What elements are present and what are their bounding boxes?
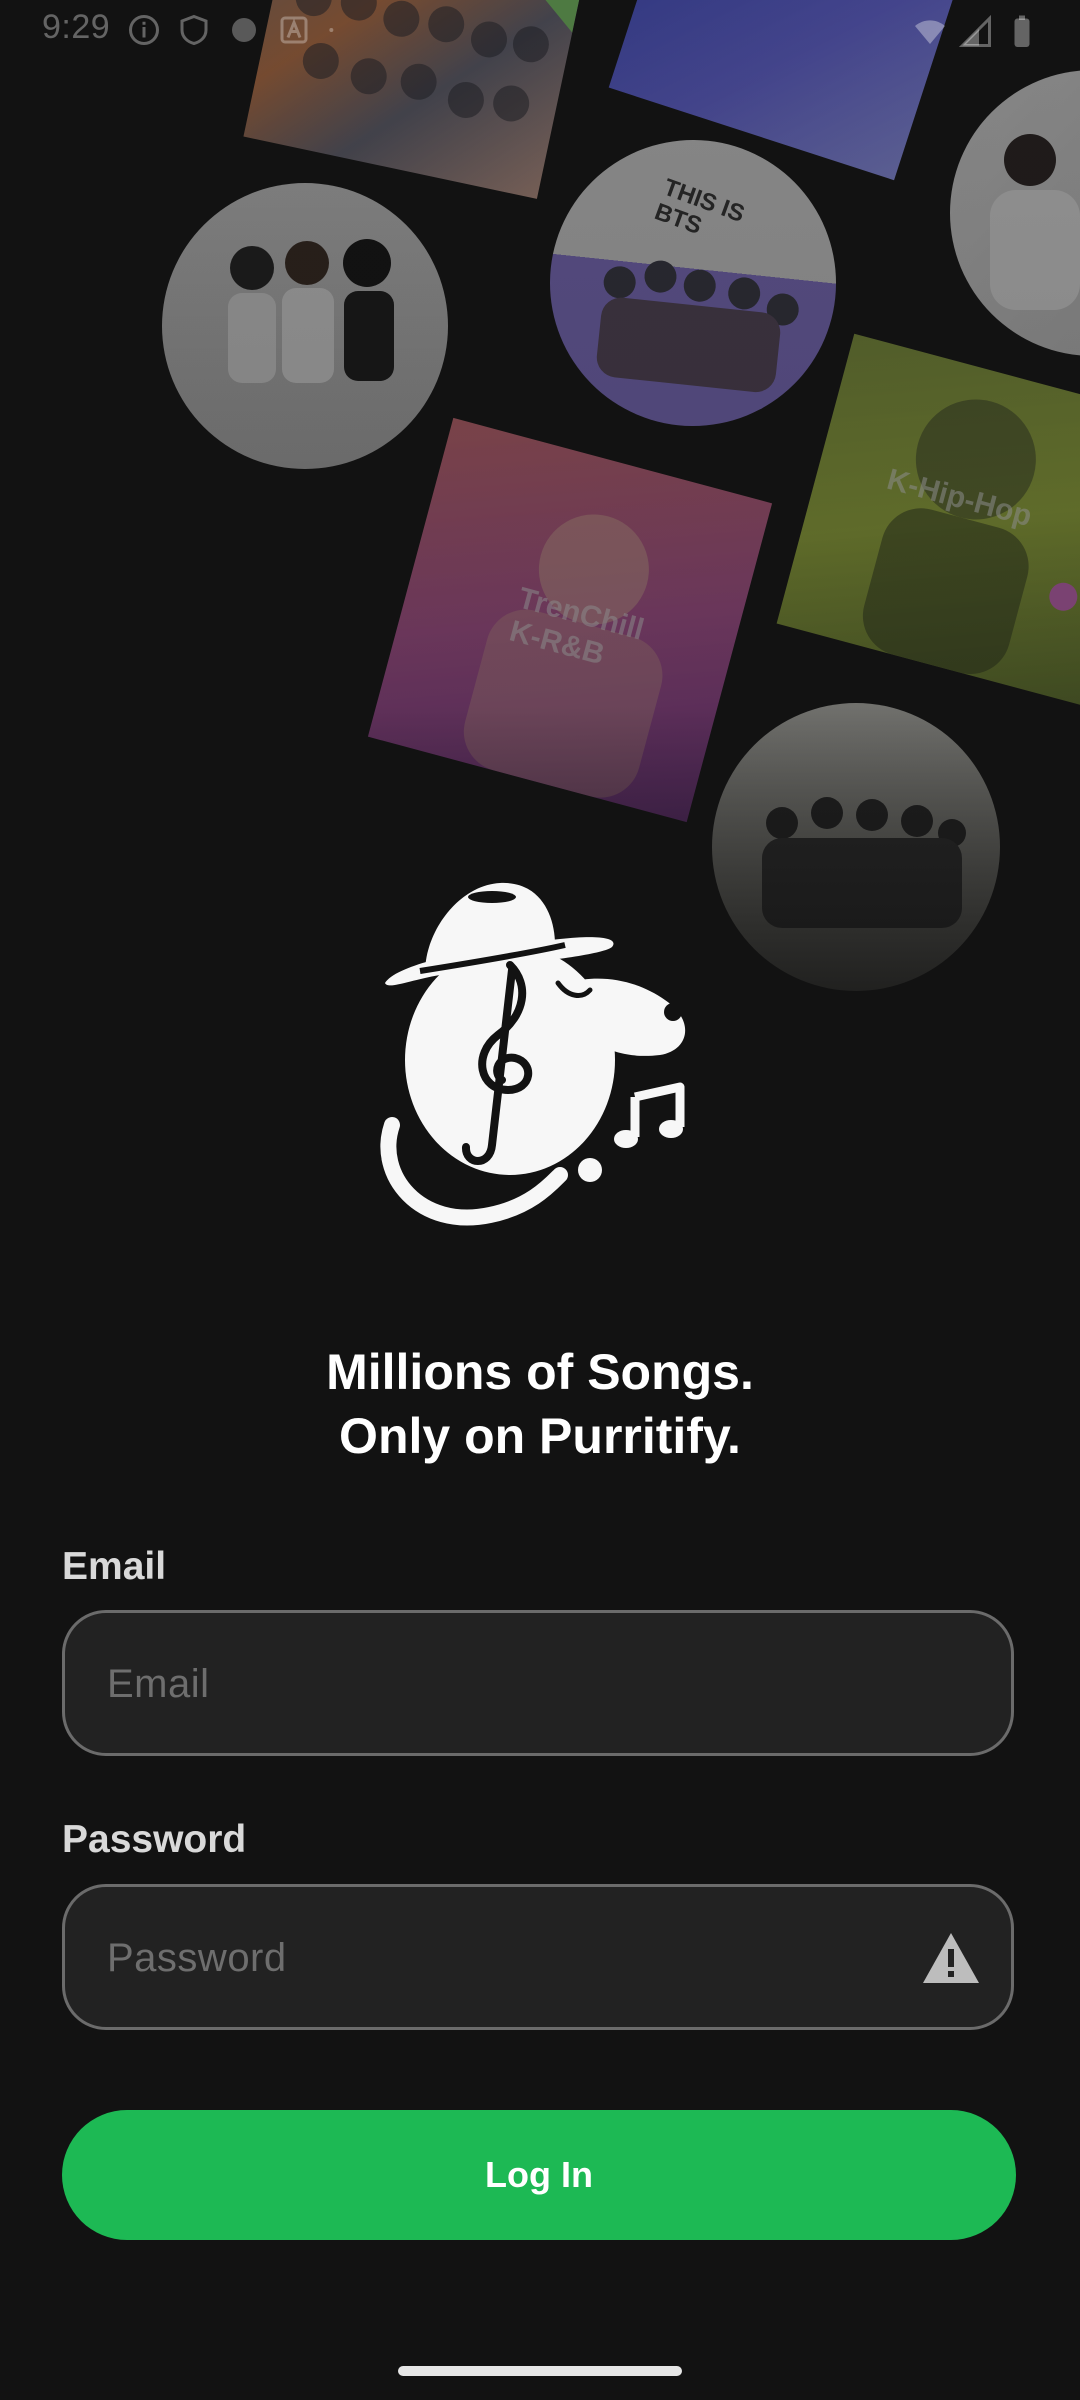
artist-circle-2 bbox=[950, 70, 1080, 356]
password-label: Password bbox=[62, 1818, 247, 1861]
dot-icon bbox=[329, 28, 334, 32]
login-button[interactable]: Log In bbox=[62, 2110, 1016, 2240]
home-indicator[interactable] bbox=[398, 2366, 682, 2376]
warning-icon bbox=[923, 1933, 979, 1983]
tagline: Millions of Songs. Only on Purritify. bbox=[0, 1340, 1080, 1468]
signal-icon bbox=[958, 14, 991, 47]
artist-circle-1 bbox=[162, 183, 448, 469]
info-icon bbox=[129, 15, 159, 45]
email-field-container bbox=[62, 1610, 1014, 1756]
battery-icon bbox=[1014, 15, 1030, 47]
password-input[interactable] bbox=[105, 1887, 929, 2029]
status-notification-icons bbox=[126, 12, 342, 48]
album-art-collage: THIS IS BTS TrenChill K-R&B K-Hip-Hop bbox=[0, 0, 1080, 1010]
app-notification-icon bbox=[232, 18, 256, 42]
status-system-icons bbox=[912, 14, 1040, 50]
trenchill-krnb-art: TrenChill K-R&B bbox=[367, 417, 773, 823]
font-icon bbox=[280, 16, 308, 44]
artist-circle-3 bbox=[712, 703, 1000, 991]
dog-with-hat-and-music-note-logo bbox=[380, 882, 686, 1226]
this-is-bts-art: THIS IS BTS bbox=[535, 125, 851, 441]
wifi-icon bbox=[915, 20, 945, 44]
shield-icon bbox=[180, 14, 208, 46]
password-field-container bbox=[62, 1884, 1014, 2030]
tagline-line-1: Millions of Songs. bbox=[326, 1344, 754, 1400]
tagline-line-2: Only on Purritify. bbox=[339, 1408, 741, 1464]
email-label: Email bbox=[62, 1545, 167, 1588]
email-input[interactable] bbox=[105, 1613, 929, 1755]
status-bar: 9:29 bbox=[0, 0, 1080, 62]
status-time: 9:29 bbox=[42, 8, 111, 46]
